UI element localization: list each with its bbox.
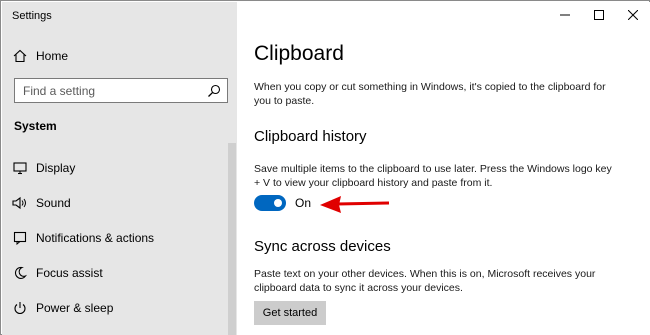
sidebar-item-label: Focus assist [36,266,103,280]
toggle-knob [274,199,282,207]
sidebar-item-label: Display [36,161,76,175]
home-icon [12,48,28,64]
sidebar-scrollbar[interactable] [228,143,236,335]
close-icon[interactable] [616,2,650,28]
maximize-icon[interactable] [582,2,616,28]
sidebar-item-home[interactable]: Home [2,41,237,71]
sidebar-item-label: Notifications & actions [36,231,155,245]
sidebar-item-sound[interactable]: Sound [2,188,237,218]
content-pane: Clipboard When you copy or cut something… [237,2,650,335]
notifications-icon [12,230,28,246]
clipboard-history-description: Save multiple items to the clipboard to … [254,163,612,189]
speaker-icon [12,195,28,211]
annotation-arrow-icon [320,196,390,213]
app-title: Settings [12,10,52,22]
power-icon [12,300,28,316]
sidebar-item-focus-assist[interactable]: Focus assist [2,258,237,288]
sidebar-item-power-sleep[interactable]: Power & sleep [2,293,237,323]
search-input[interactable] [15,79,205,102]
clipboard-history-toggle[interactable] [254,195,286,211]
moon-icon [12,265,28,281]
sidebar-item-label: Sound [36,196,71,210]
display-icon [12,160,28,176]
minimize-icon[interactable] [548,2,582,28]
sidebar-item-label: Power & sleep [36,301,114,315]
section-heading: System [14,119,57,133]
sync-description: Paste text on your other devices. When t… [254,268,596,294]
toggle-state-label: On [295,196,312,210]
search-box[interactable] [14,78,228,103]
window-controls [548,2,650,28]
search-icon[interactable] [207,84,221,98]
sidebar-item-label: Home [36,49,69,63]
sidebar-item-display[interactable]: Display [2,153,237,183]
settings-window: Settings Home System Display Sound [0,0,650,335]
clipboard-history-heading: Clipboard history [254,128,367,145]
intro-text: When you copy or cut something in Window… [254,81,606,107]
page-title: Clipboard [254,42,344,65]
sidebar-item-notifications[interactable]: Notifications & actions [2,223,237,253]
sidebar: Settings Home System Display Sound [2,2,237,335]
sync-heading: Sync across devices [254,238,391,255]
get-started-button[interactable]: Get started [254,301,326,325]
